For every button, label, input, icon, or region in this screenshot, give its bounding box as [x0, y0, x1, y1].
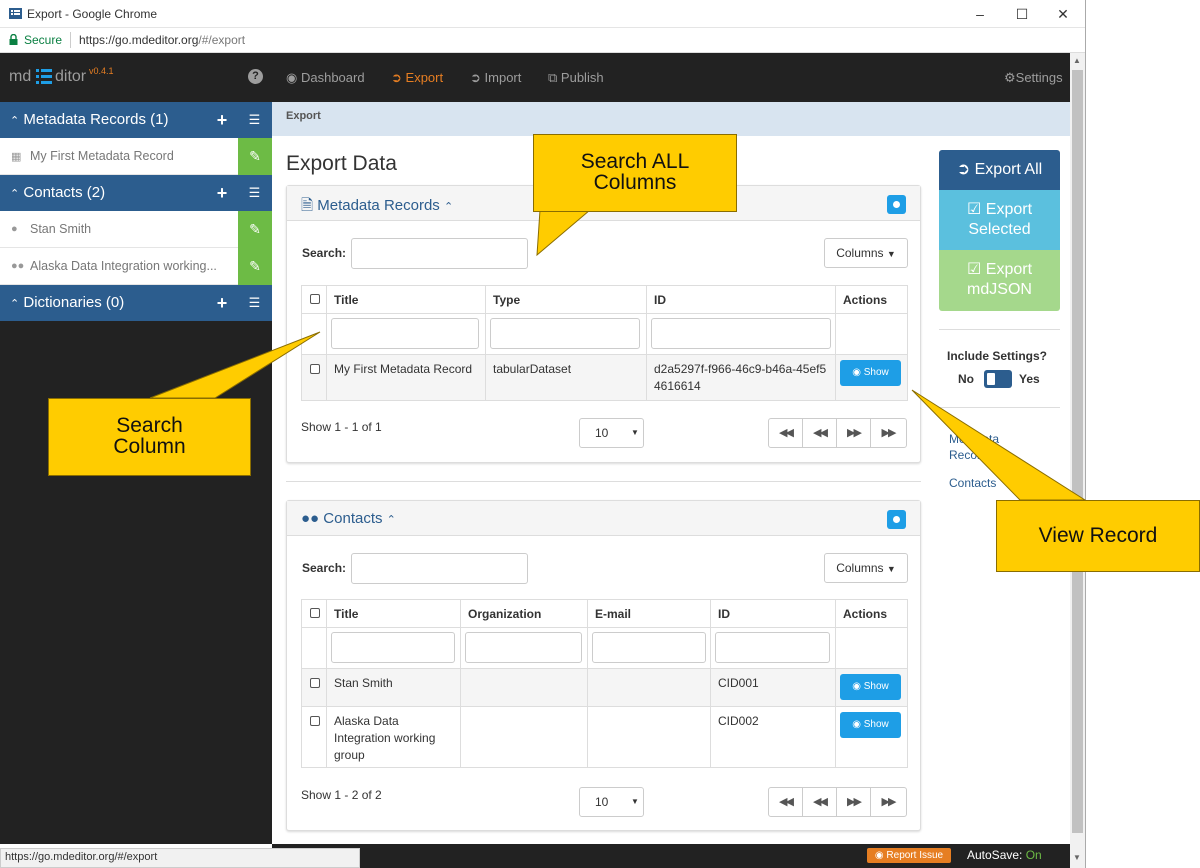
callout-search-column: Search Column	[48, 398, 251, 476]
callout-view-record: View Record	[996, 500, 1200, 572]
search-all-pointer	[536, 209, 592, 257]
search-column-pointer	[149, 331, 321, 399]
callout-search-all: Search ALL Columns	[533, 134, 737, 212]
callout-view-record-text: View Record	[1038, 524, 1158, 547]
callout-search-all-text: Search ALL Columns	[580, 150, 690, 194]
view-record-pointer	[911, 389, 1087, 501]
callout-search-column-text: Search Column	[113, 414, 186, 458]
